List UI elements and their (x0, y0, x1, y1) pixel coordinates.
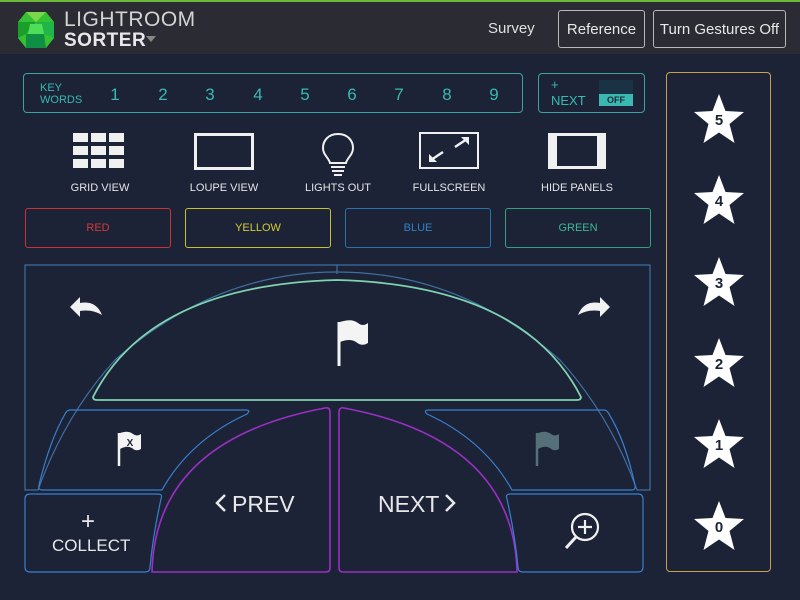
rotate-left-button[interactable] (70, 297, 102, 317)
chevron-left-icon (215, 494, 226, 512)
zoom-in-icon (564, 512, 600, 550)
rating-3-button[interactable]: 3 (692, 255, 746, 309)
rating-1-label: 1 (714, 437, 724, 454)
next-label: NEXT (378, 491, 440, 517)
unflag-icon (535, 431, 559, 466)
flag-pick-button[interactable] (92, 279, 582, 401)
rating-5-button[interactable]: 5 (692, 92, 746, 146)
prev-label: PREV (232, 491, 295, 517)
rating-5-label: 5 (714, 112, 724, 129)
rotate-right-icon (578, 297, 610, 317)
rating-panel: 5 4 3 2 1 0 (666, 72, 771, 572)
next-button[interactable] (338, 407, 518, 573)
rating-2-label: 2 (714, 356, 724, 373)
prev-button[interactable] (151, 407, 331, 573)
rating-4-label: 4 (714, 193, 724, 210)
reject-flag-button[interactable] (38, 409, 250, 491)
collect-plus-icon: + (80, 508, 95, 535)
rating-1-button[interactable]: 1 (692, 417, 746, 471)
reject-x-mark: X (127, 438, 134, 449)
rating-2-button[interactable]: 2 (692, 336, 746, 390)
chevron-right-icon (445, 494, 456, 512)
unflag-button[interactable] (424, 409, 636, 491)
rotate-left-icon (70, 297, 102, 317)
flag-icon (337, 320, 368, 366)
rating-3-label: 3 (714, 275, 724, 292)
rotate-right-button[interactable] (578, 297, 610, 317)
rating-4-button[interactable]: 4 (692, 173, 746, 227)
rating-0-button[interactable]: 0 (692, 499, 746, 553)
rating-0-label: 0 (714, 519, 724, 536)
collect-label: COLLECT (52, 536, 131, 555)
